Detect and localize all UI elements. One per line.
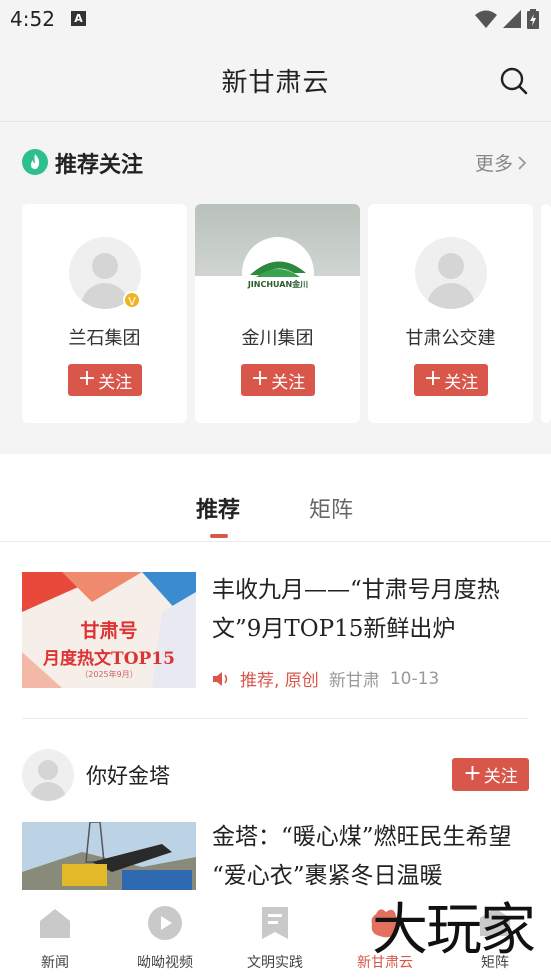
thumb-line3: （2025年9月）	[80, 670, 138, 679]
fire-icon	[22, 149, 48, 175]
home-icon	[40, 909, 70, 938]
follow-label: 关注	[271, 372, 306, 393]
recommend-title: 推荐关注	[55, 153, 144, 178]
recommend-card-partial[interactable]	[541, 204, 551, 423]
card-name: 甘肃公交建	[405, 328, 496, 349]
status-time: 4:52	[10, 7, 55, 31]
recommend-card[interactable]: JINCHUAN金川 金川集团 + 关注	[195, 204, 360, 423]
thumb-line2: 月度热文TOP15	[43, 649, 175, 669]
article-date: 10-13	[389, 668, 440, 689]
recommend-section: 推荐关注 更多 V 兰石集团 + 关注 JINCHUAN金川 金川集团 + 关注 甘…	[0, 122, 551, 454]
speaker-icon[interactable]	[212, 671, 230, 687]
nav-item-video[interactable]: 呦呦视频	[110, 890, 220, 979]
card-name: 兰石集团	[68, 328, 141, 349]
plus-icon: +	[250, 366, 270, 391]
more-label: 更多	[474, 153, 513, 175]
nav-item-news[interactable]: 新闻	[0, 890, 110, 979]
battery-icon	[527, 9, 539, 29]
wifi-icon	[475, 10, 497, 28]
follow-label: 关注	[98, 372, 133, 393]
bookmark-icon	[262, 907, 288, 939]
avatar	[415, 237, 487, 309]
avatar[interactable]	[22, 749, 74, 801]
app-header: 新甘肃云	[0, 38, 551, 122]
nav-label: 文明实践	[247, 955, 303, 971]
follow-button[interactable]: + 关注	[68, 364, 142, 396]
plus-icon: +	[463, 760, 482, 786]
article-title: 金塔：“暖心煤”燃旺民生希望 “爱心衣”裹紧冬日温暖	[212, 824, 512, 889]
follow-label: 关注	[483, 767, 518, 787]
search-icon[interactable]	[499, 66, 529, 96]
tab-indicator	[210, 534, 228, 538]
logo-text: JINCHUAN	[247, 280, 293, 289]
article-source: 新甘肃	[328, 671, 380, 691]
card-name: 金川集团	[241, 328, 314, 349]
recommend-card[interactable]: 甘肃公交建 + 关注	[368, 204, 533, 423]
follow-label: 关注	[444, 372, 479, 393]
plus-icon: +	[77, 366, 97, 391]
nav-label: 新闻	[41, 955, 69, 971]
status-bar: 4:52 A	[0, 0, 551, 38]
nav-label: 呦呦视频	[137, 955, 193, 971]
nav-item-practice[interactable]: 文明实践	[220, 890, 330, 979]
thumb-line1: 甘肃号	[80, 620, 138, 642]
watermark: 大玩家	[372, 898, 536, 963]
follow-button[interactable]: + 关注	[414, 364, 488, 396]
follow-button[interactable]: + 关注	[241, 364, 315, 396]
a-icon: A	[71, 11, 86, 26]
logo-sub: 金川	[292, 280, 309, 289]
recommend-card[interactable]: V 兰石集团 + 关注	[22, 204, 187, 423]
page-title: 新甘肃云	[221, 68, 330, 98]
plus-icon: +	[423, 366, 443, 391]
follow-button[interactable]: + 关注	[452, 758, 529, 791]
tab-recommend[interactable]: 推荐	[196, 492, 240, 524]
article-thumbnail: 甘肃号 月度热文TOP15 （2025年9月）	[22, 572, 196, 688]
article-item[interactable]: 甘肃号 月度热文TOP15 （2025年9月） 丰收九月——“甘肃号月度热文”9…	[0, 543, 551, 719]
video-icon	[148, 906, 182, 940]
author-name[interactable]: 你好金塔	[86, 760, 170, 790]
divider	[22, 718, 529, 719]
article-title: 丰收九月——“甘肃号月度热文”9月TOP15新鲜出炉	[212, 577, 500, 642]
article-tags: 推荐, 原创	[240, 671, 319, 691]
chevron-right-icon	[518, 155, 527, 170]
verified-icon: V	[123, 291, 141, 309]
status-icons	[475, 9, 539, 29]
tab-matrix[interactable]: 矩阵	[309, 492, 353, 524]
article-thumbnail	[22, 822, 196, 890]
article-meta: 推荐, 原创 新甘肃 10-13	[212, 666, 439, 691]
jinchuan-logo: JINCHUAN金川	[242, 237, 314, 309]
signal-icon	[503, 10, 521, 28]
content-tabs: 推荐 矩阵	[0, 462, 551, 542]
author-post[interactable]: 你好金塔 + 关注 金塔：“暖心煤”燃旺民生希望 “爱心衣”裹紧冬日温暖	[0, 720, 551, 890]
more-link[interactable]: 更多	[475, 149, 527, 176]
